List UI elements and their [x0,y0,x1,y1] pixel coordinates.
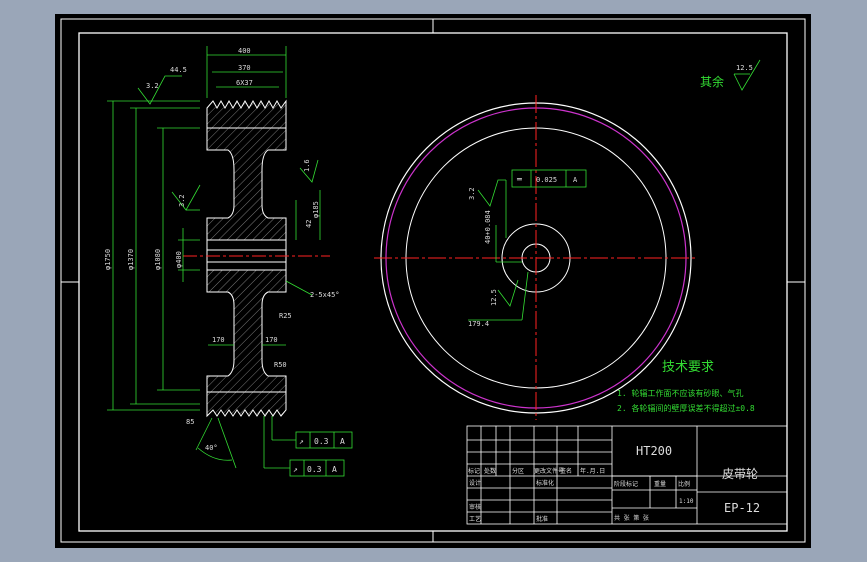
svg-text:φ185: φ185 [312,201,320,218]
svg-text:370: 370 [238,64,251,72]
svg-text:170: 170 [212,336,225,344]
svg-text:φ1370: φ1370 [127,249,135,270]
svg-text:12.5: 12.5 [736,64,753,72]
material: HT200 [636,444,672,458]
svg-text:标准化: 标准化 [536,479,554,487]
svg-text:R25: R25 [279,312,292,320]
bore [206,239,287,271]
svg-text:其余: 其余 [700,74,724,89]
svg-text:40+0.084: 40+0.084 [484,210,492,244]
svg-text:3.2: 3.2 [178,194,186,207]
part-name: 皮带轮 [722,467,758,481]
svg-text:42: 42 [305,220,313,228]
svg-text:φ1750: φ1750 [104,249,112,270]
svg-text:0.3: 0.3 [314,437,329,446]
svg-text:重量: 重量 [654,480,666,488]
svg-text:比例: 比例 [678,480,690,488]
svg-text:44.5: 44.5 [170,66,187,74]
svg-text:年.月.日: 年.月.日 [580,467,605,475]
svg-text:0.025: 0.025 [536,176,557,184]
svg-text:分区: 分区 [512,467,524,475]
svg-text:400: 400 [238,47,251,55]
svg-text:3.2: 3.2 [468,187,476,200]
svg-text:审核: 审核 [469,503,481,511]
svg-text:12.5: 12.5 [490,289,498,306]
tech-line-2: 2. 各轮辐间的壁厚误差不得超过±0.8 [617,403,755,413]
svg-text:φ1080: φ1080 [154,249,162,270]
scale-value: 1:10 [679,498,694,505]
drawing-canvas [55,14,811,548]
svg-text:179.4: 179.4 [468,320,489,328]
svg-text:40°: 40° [205,444,218,452]
svg-text:6X37: 6X37 [236,79,253,87]
rim-bottom [206,391,287,418]
svg-text:签名: 签名 [560,467,572,475]
tech-line-1: 1. 轮辐工作面不应该有砂眼、气孔 [617,388,743,398]
rim-top [206,99,287,129]
svg-text:R50: R50 [274,361,287,369]
svg-text:170: 170 [265,336,278,344]
svg-text:↗: ↗ [293,465,298,474]
svg-text:0.3: 0.3 [307,465,322,474]
svg-text:标记: 标记 [468,467,480,475]
svg-text:↗: ↗ [299,437,304,446]
drawing-number: EP-12 [724,501,760,515]
svg-text:1.6: 1.6 [303,159,311,172]
svg-text:85: 85 [186,418,194,426]
svg-text:═: ═ [516,175,522,184]
tech-title: 技术要求 [662,360,714,375]
svg-text:阶段标记: 阶段标记 [614,480,638,488]
svg-text:设计: 设计 [469,479,481,487]
svg-text:批准: 批准 [536,515,548,523]
cad-drawing: 400 370 6X37 44.5 3.2 φ1750 φ1370 φ1080 … [55,14,811,548]
svg-text:处数: 处数 [484,467,496,475]
svg-text:3.2: 3.2 [146,82,159,90]
svg-text:2-5x45°: 2-5x45° [310,291,340,299]
svg-text:φ400: φ400 [175,251,183,268]
svg-text:A: A [340,437,345,446]
svg-text:A: A [332,465,337,474]
svg-text:共 张 第 张: 共 张 第 张 [614,514,649,522]
svg-text:工艺: 工艺 [469,515,481,523]
